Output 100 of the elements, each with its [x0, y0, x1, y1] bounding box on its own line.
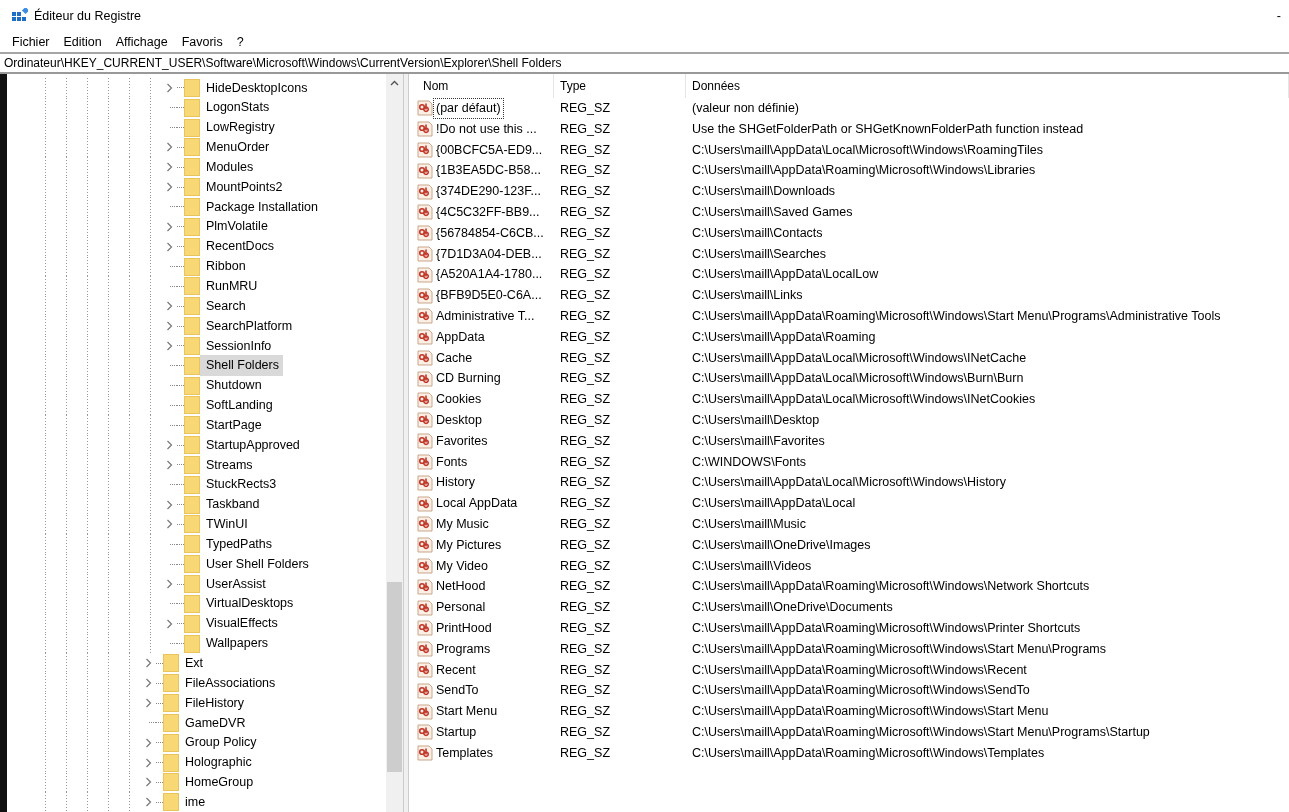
value-name[interactable]: {A520A1A4-1780...: [433, 264, 546, 286]
tree-item[interactable]: StuckRects3: [200, 474, 281, 496]
menu-item[interactable]: Fichier: [10, 32, 52, 52]
chevron-icon[interactable]: [165, 440, 173, 451]
tree-item[interactable]: Search: [200, 295, 250, 317]
chevron-icon[interactable]: [165, 142, 173, 153]
value-name[interactable]: {BFB9D5E0-C6A...: [433, 285, 545, 306]
tree-item[interactable]: HideDesktopIcons: [200, 77, 312, 99]
scrollbar-thumb[interactable]: [387, 582, 402, 772]
value-name[interactable]: Programs: [433, 638, 494, 660]
tree-item[interactable]: Shell Folders: [200, 355, 283, 377]
chevron-icon[interactable]: [165, 162, 173, 173]
tree-item[interactable]: Group Policy: [179, 732, 261, 754]
menu-item[interactable]: ?: [234, 32, 246, 52]
chevron-icon[interactable]: [165, 459, 173, 470]
tree-item[interactable]: FileAssociations: [179, 672, 280, 694]
value-name[interactable]: My Pictures: [433, 534, 505, 556]
tree-item[interactable]: Shutdown: [200, 375, 266, 396]
chevron-icon[interactable]: [165, 618, 173, 629]
tree-item[interactable]: TWinUI: [200, 514, 252, 535]
tree-item[interactable]: PlmVolatile: [200, 216, 272, 238]
chevron-icon[interactable]: [165, 579, 173, 589]
tree-item[interactable]: GameDVR: [179, 712, 250, 734]
chevron-icon[interactable]: [165, 340, 173, 351]
tree-item[interactable]: UserAssist: [200, 573, 270, 595]
value-name[interactable]: SendTo: [433, 680, 482, 702]
chevron-icon[interactable]: [144, 757, 152, 768]
value-name[interactable]: Recent: [433, 659, 479, 681]
tree-item[interactable]: ime: [179, 791, 210, 812]
menu-item[interactable]: Favoris: [179, 32, 225, 52]
chevron-icon[interactable]: [165, 321, 173, 332]
value-name[interactable]: {00BCFC5A-ED9...: [433, 139, 546, 161]
value-name[interactable]: Favorites: [433, 430, 491, 452]
column-header[interactable]: Nom: [417, 74, 554, 98]
tree-item[interactable]: Modules: [200, 156, 258, 178]
tree-item[interactable]: MountPoints2: [200, 176, 287, 198]
menu-item[interactable]: Edition: [61, 32, 104, 52]
value-name[interactable]: {4C5C32FF-BB9...: [433, 202, 543, 223]
value-name[interactable]: Administrative T...: [433, 306, 538, 327]
tree-item[interactable]: VirtualDesktops: [200, 593, 298, 615]
tree-item[interactable]: Taskband: [200, 494, 264, 515]
tree-item[interactable]: LogonStats: [200, 97, 274, 119]
tree-item[interactable]: SessionInfo: [200, 335, 276, 357]
value-name[interactable]: {374DE290-123F...: [433, 181, 544, 202]
value-name[interactable]: !Do not use this ...: [433, 118, 540, 140]
value-name[interactable]: {7D1D3A04-DEB...: [433, 243, 545, 265]
value-name[interactable]: CD Burning: [433, 368, 504, 390]
tree-item[interactable]: Package Installation: [200, 196, 322, 218]
value-name[interactable]: My Video: [433, 555, 491, 577]
tree-item[interactable]: VisualEffects: [200, 613, 282, 635]
tree-scrollbar[interactable]: [386, 74, 403, 812]
tree-item[interactable]: StartupApproved: [200, 434, 304, 456]
tree-item[interactable]: Streams: [200, 454, 257, 476]
value-name[interactable]: Local AppData: [433, 493, 521, 514]
column-header[interactable]: Type: [554, 74, 686, 98]
chevron-icon[interactable]: [165, 241, 173, 252]
value-name[interactable]: Desktop: [433, 409, 485, 431]
chevron-icon[interactable]: [165, 82, 173, 93]
tree-item[interactable]: RecentDocs: [200, 236, 279, 258]
value-name[interactable]: My Music: [433, 513, 492, 535]
tree-item[interactable]: TypedPaths: [200, 533, 276, 555]
tree-item[interactable]: Ext: [179, 653, 208, 674]
chevron-icon[interactable]: [144, 737, 152, 748]
value-name[interactable]: PrintHood: [433, 617, 495, 639]
tree-item[interactable]: SoftLanding: [200, 395, 277, 416]
minimize-button[interactable]: -: [1276, 9, 1281, 23]
value-name[interactable]: NetHood: [433, 576, 489, 598]
tree-item[interactable]: Holographic: [179, 752, 256, 773]
tree-item[interactable]: RunMRU: [200, 276, 262, 297]
tree-item[interactable]: HomeGroup: [179, 772, 258, 793]
value-name[interactable]: Fonts: [433, 451, 471, 473]
value-name[interactable]: Startup: [433, 721, 480, 743]
value-name[interactable]: AppData: [433, 326, 488, 348]
tree-item[interactable]: Wallpapers: [200, 633, 273, 654]
value-name[interactable]: Cache: [433, 347, 476, 369]
address-bar[interactable]: Ordinateur\HKEY_CURRENT_USER\Software\Microsoft\Windows\CurrentVersion\Explorer\Shell Folders: [0, 52, 1289, 74]
chevron-icon[interactable]: [165, 221, 173, 232]
scroll-up-icon[interactable]: [390, 80, 399, 86]
value-name[interactable]: {56784854-C6CB...: [433, 222, 547, 244]
value-name[interactable]: Personal: [433, 597, 489, 618]
value-name[interactable]: (par défaut): [433, 98, 504, 119]
menu-item[interactable]: Affichage: [113, 32, 170, 52]
value-name[interactable]: Cookies: [433, 389, 485, 410]
chevron-icon[interactable]: [144, 777, 152, 788]
chevron-icon[interactable]: [144, 698, 152, 709]
tree-item[interactable]: MenuOrder: [200, 137, 274, 158]
value-name[interactable]: Start Menu: [433, 701, 501, 722]
chevron-icon[interactable]: [165, 499, 173, 510]
chevron-icon[interactable]: [144, 658, 152, 669]
chevron-icon[interactable]: [144, 797, 152, 808]
value-name[interactable]: Templates: [433, 742, 496, 764]
tree-item[interactable]: StartPage: [200, 414, 266, 436]
chevron-icon[interactable]: [165, 301, 173, 312]
tree-item[interactable]: LowRegistry: [200, 117, 279, 138]
chevron-icon[interactable]: [165, 182, 173, 193]
chevron-icon[interactable]: [144, 678, 152, 689]
value-name[interactable]: {1B3EA5DC-B58...: [433, 160, 544, 182]
tree-item[interactable]: FileHistory: [179, 692, 249, 714]
chevron-icon[interactable]: [165, 519, 173, 530]
tree-item[interactable]: User Shell Folders: [200, 553, 313, 575]
